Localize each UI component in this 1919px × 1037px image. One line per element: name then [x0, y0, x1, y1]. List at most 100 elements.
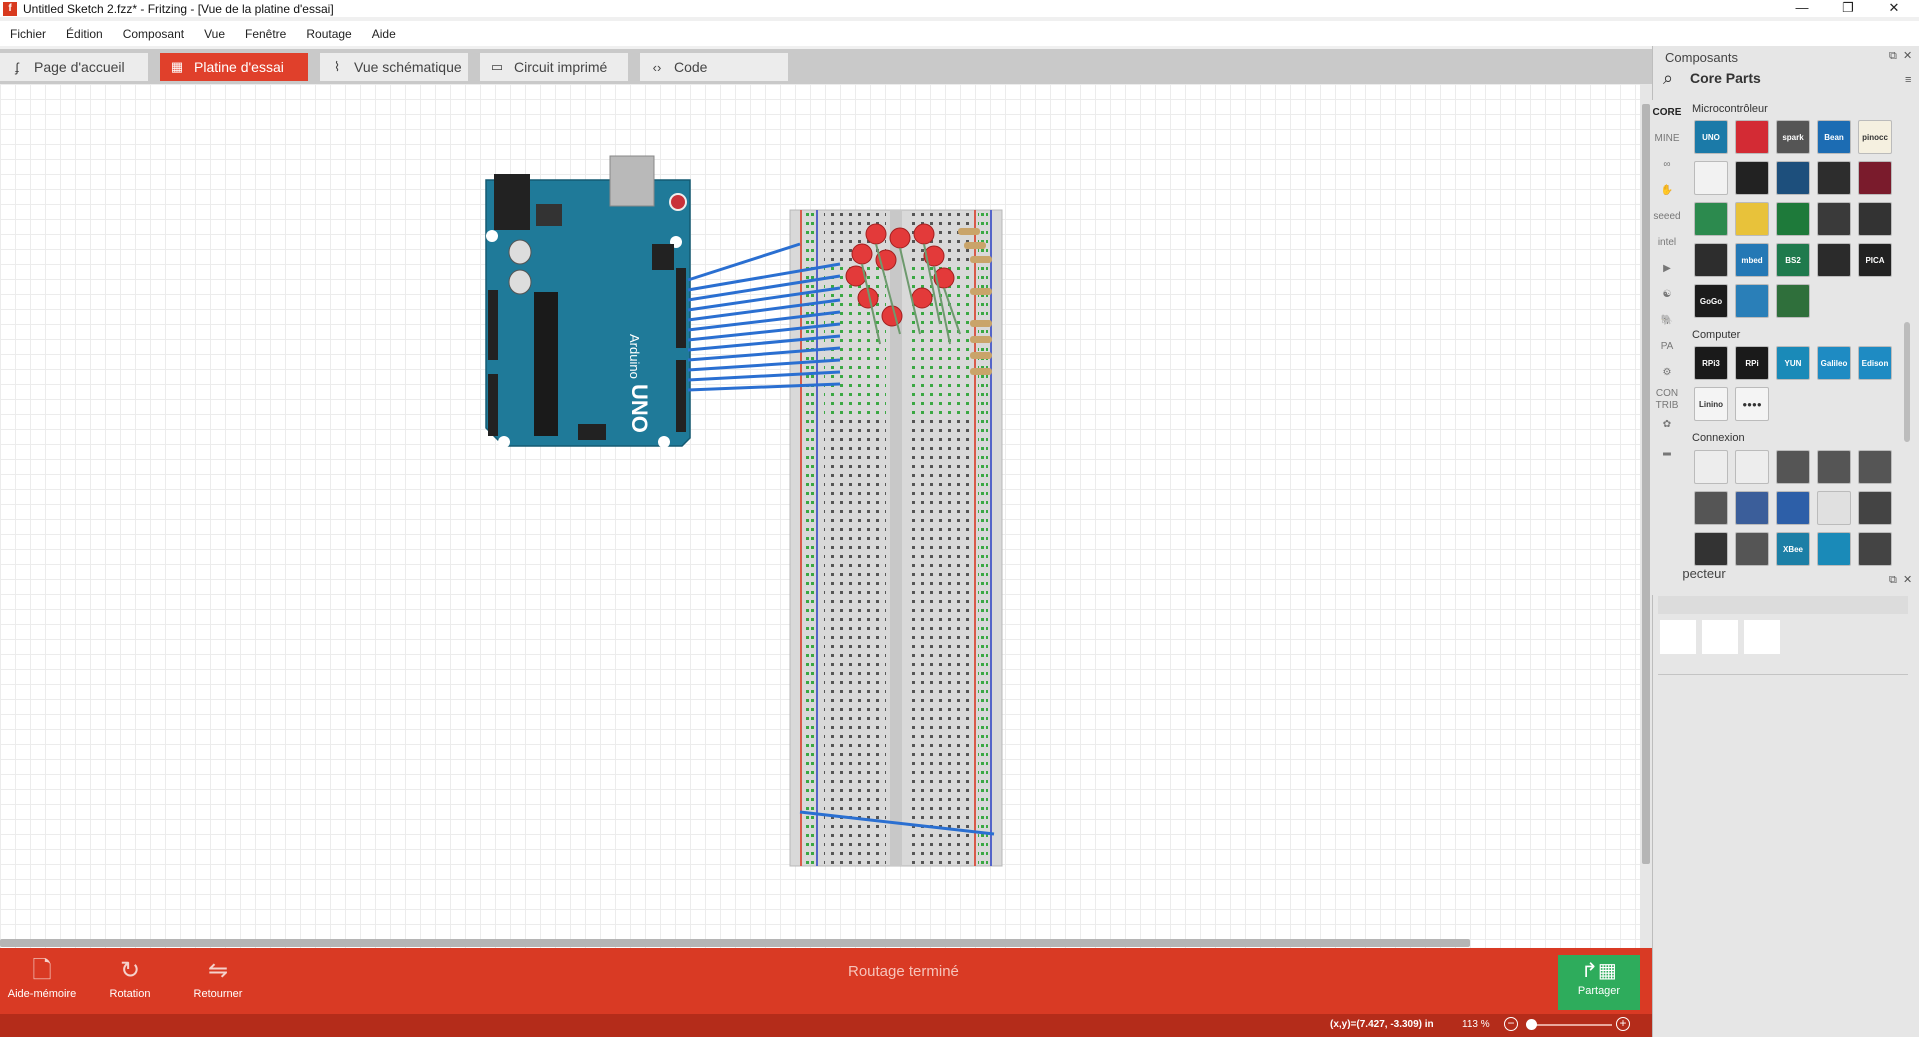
menu-view[interactable]: Vue: [194, 27, 235, 41]
microcontroller-part-0[interactable]: UNO: [1694, 120, 1728, 154]
microcontroller-part-17[interactable]: BS2: [1776, 243, 1810, 277]
connection-part-0[interactable]: [1694, 450, 1728, 484]
microcontroller-part-5[interactable]: [1694, 161, 1728, 195]
computer-part-6[interactable]: ●●●●: [1735, 387, 1769, 421]
undock-icon[interactable]: ⧉: [1889, 50, 1897, 63]
bin-temp-icon[interactable]: ▂: [1652, 438, 1682, 464]
microcontroller-part-9[interactable]: [1858, 161, 1892, 195]
search-icon[interactable]: ⌕: [1663, 68, 1673, 89]
microcontroller-part-19[interactable]: PICA: [1858, 243, 1892, 277]
connection-part-8[interactable]: [1817, 491, 1851, 525]
arduino-uno-board[interactable]: Arduino UNO: [485, 155, 691, 448]
microcontroller-part-16[interactable]: mbed: [1735, 243, 1769, 277]
microcontroller-part-12[interactable]: [1776, 202, 1810, 236]
computer-part-5[interactable]: Linino: [1694, 387, 1728, 421]
bin-pa[interactable]: PA: [1652, 334, 1682, 360]
bin-core[interactable]: CORE: [1652, 100, 1682, 126]
flip-button[interactable]: ⇋ Retourner: [178, 954, 258, 1000]
bin-hand-icon[interactable]: ✋: [1652, 178, 1682, 204]
bin-sparkfun-icon[interactable]: ☯: [1652, 282, 1682, 308]
parts-bins-tabs: CORE MINE ∞ ✋ seeed intel ▶ ☯ 🐘 PA ⚙ CON…: [1652, 100, 1682, 595]
bin-flower-icon[interactable]: ✿: [1652, 412, 1682, 438]
tab-schematic[interactable]: ⌇ Vue schématique: [320, 53, 468, 81]
canvas-vertical-scrollbar[interactable]: [1640, 84, 1652, 950]
connection-part-5[interactable]: [1694, 491, 1728, 525]
computer-part-1[interactable]: RPi Zero: [1735, 346, 1769, 380]
microcontroller-part-10[interactable]: [1694, 202, 1728, 236]
canvas-horizontal-scrollbar[interactable]: [0, 936, 1640, 948]
close-panel-icon[interactable]: ✕: [1903, 49, 1912, 62]
microcontroller-part-8[interactable]: [1817, 161, 1851, 195]
parts-scrollbar[interactable]: [1904, 322, 1910, 442]
tab-code[interactable]: ‹› Code: [640, 53, 788, 81]
menu-routing[interactable]: Routage: [296, 27, 361, 41]
connection-part-3[interactable]: [1817, 450, 1851, 484]
menu-help[interactable]: Aide: [362, 27, 406, 41]
connection-part-7[interactable]: [1776, 491, 1810, 525]
rotate-button[interactable]: ↻ Rotation: [90, 954, 170, 1000]
bin-intel[interactable]: intel: [1652, 230, 1682, 256]
bin-arduino-icon[interactable]: ∞: [1652, 152, 1682, 178]
microcontroller-part-2[interactable]: spark: [1776, 120, 1810, 154]
inspector-close-icon[interactable]: ✕: [1903, 573, 1912, 586]
connection-part-14[interactable]: [1858, 532, 1892, 566]
microcontroller-part-6[interactable]: [1735, 161, 1769, 195]
microcontroller-part-21[interactable]: [1735, 284, 1769, 318]
tab-breadboard[interactable]: ▦ Platine d'essai: [160, 53, 308, 81]
share-button[interactable]: ↱▦ Partager: [1558, 955, 1640, 1010]
connection-part-10[interactable]: [1694, 532, 1728, 566]
category-computer: Computer: [1692, 329, 1741, 341]
notes-button[interactable]: 🗋 Aide-mémoire: [2, 954, 82, 1000]
connection-part-2[interactable]: [1776, 450, 1810, 484]
bin-elephant-icon[interactable]: 🐘: [1652, 308, 1682, 334]
menu-window[interactable]: Fenêtre: [235, 27, 296, 41]
connection-part-6[interactable]: [1735, 491, 1769, 525]
bin-play-icon[interactable]: ▶: [1652, 256, 1682, 282]
bin-menu-icon[interactable]: ≡: [1905, 74, 1911, 86]
tab-welcome[interactable]: ʄ Page d'accueil: [0, 53, 148, 81]
connection-part-12[interactable]: XBee: [1776, 532, 1810, 566]
microcontroller-part-14[interactable]: [1858, 202, 1892, 236]
zoom-out-button[interactable]: −: [1504, 1017, 1518, 1031]
bin-gear-icon[interactable]: ⚙: [1652, 360, 1682, 386]
inspector-undock-icon[interactable]: ⧉: [1889, 574, 1897, 587]
microcontroller-part-4[interactable]: pinocc: [1858, 120, 1892, 154]
schematic-icon: ⌇: [333, 59, 341, 74]
microcontroller-part-18[interactable]: [1817, 243, 1851, 277]
breadboard-canvas[interactable]: Arduino UNO: [0, 84, 1640, 950]
computer-part-4[interactable]: Edison: [1858, 346, 1892, 380]
restore-button[interactable]: ❐: [1826, 0, 1870, 17]
microcontroller-part-15[interactable]: [1694, 243, 1728, 277]
zoom-slider-handle[interactable]: [1526, 1019, 1537, 1030]
close-button[interactable]: ✕: [1872, 0, 1916, 17]
menu-part[interactable]: Composant: [113, 27, 194, 41]
computer-part-2[interactable]: YUN: [1776, 346, 1810, 380]
bin-mine[interactable]: MINE: [1652, 126, 1682, 152]
microcontroller-part-20[interactable]: GoGo: [1694, 284, 1728, 318]
microcontroller-part-22[interactable]: [1776, 284, 1810, 318]
computer-part-0[interactable]: RPi3: [1694, 346, 1728, 380]
minimize-button[interactable]: —: [1780, 0, 1824, 17]
category-microcontroller: Microcontrôleur: [1692, 103, 1768, 115]
connection-part-11[interactable]: [1735, 532, 1769, 566]
bin-contrib[interactable]: CON TRIB: [1652, 386, 1682, 412]
connection-part-4[interactable]: [1858, 450, 1892, 484]
connection-part-9[interactable]: [1858, 491, 1892, 525]
connection-part-13[interactable]: [1817, 532, 1851, 566]
microcontroller-part-11[interactable]: [1735, 202, 1769, 236]
tab-pcb[interactable]: ▭ Circuit imprimé: [480, 53, 628, 81]
menu-edit[interactable]: Édition: [56, 27, 113, 41]
microcontroller-part-1[interactable]: [1735, 120, 1769, 154]
tab-label: Circuit imprimé: [514, 59, 608, 75]
tab-label: Page d'accueil: [34, 59, 125, 75]
computer-part-3[interactable]: Galileo: [1817, 346, 1851, 380]
microcontroller-part-13[interactable]: [1817, 202, 1851, 236]
zoom-slider-track[interactable]: [1528, 1024, 1612, 1026]
connection-part-1[interactable]: [1735, 450, 1769, 484]
menu-file[interactable]: Fichier: [0, 27, 56, 41]
microcontroller-part-7[interactable]: [1776, 161, 1810, 195]
microcontroller-part-3[interactable]: Bean: [1817, 120, 1851, 154]
bin-seeed[interactable]: seeed: [1652, 204, 1682, 230]
zoom-in-button[interactable]: +: [1616, 1017, 1630, 1031]
inspector-breadboard-image: [1660, 620, 1696, 654]
